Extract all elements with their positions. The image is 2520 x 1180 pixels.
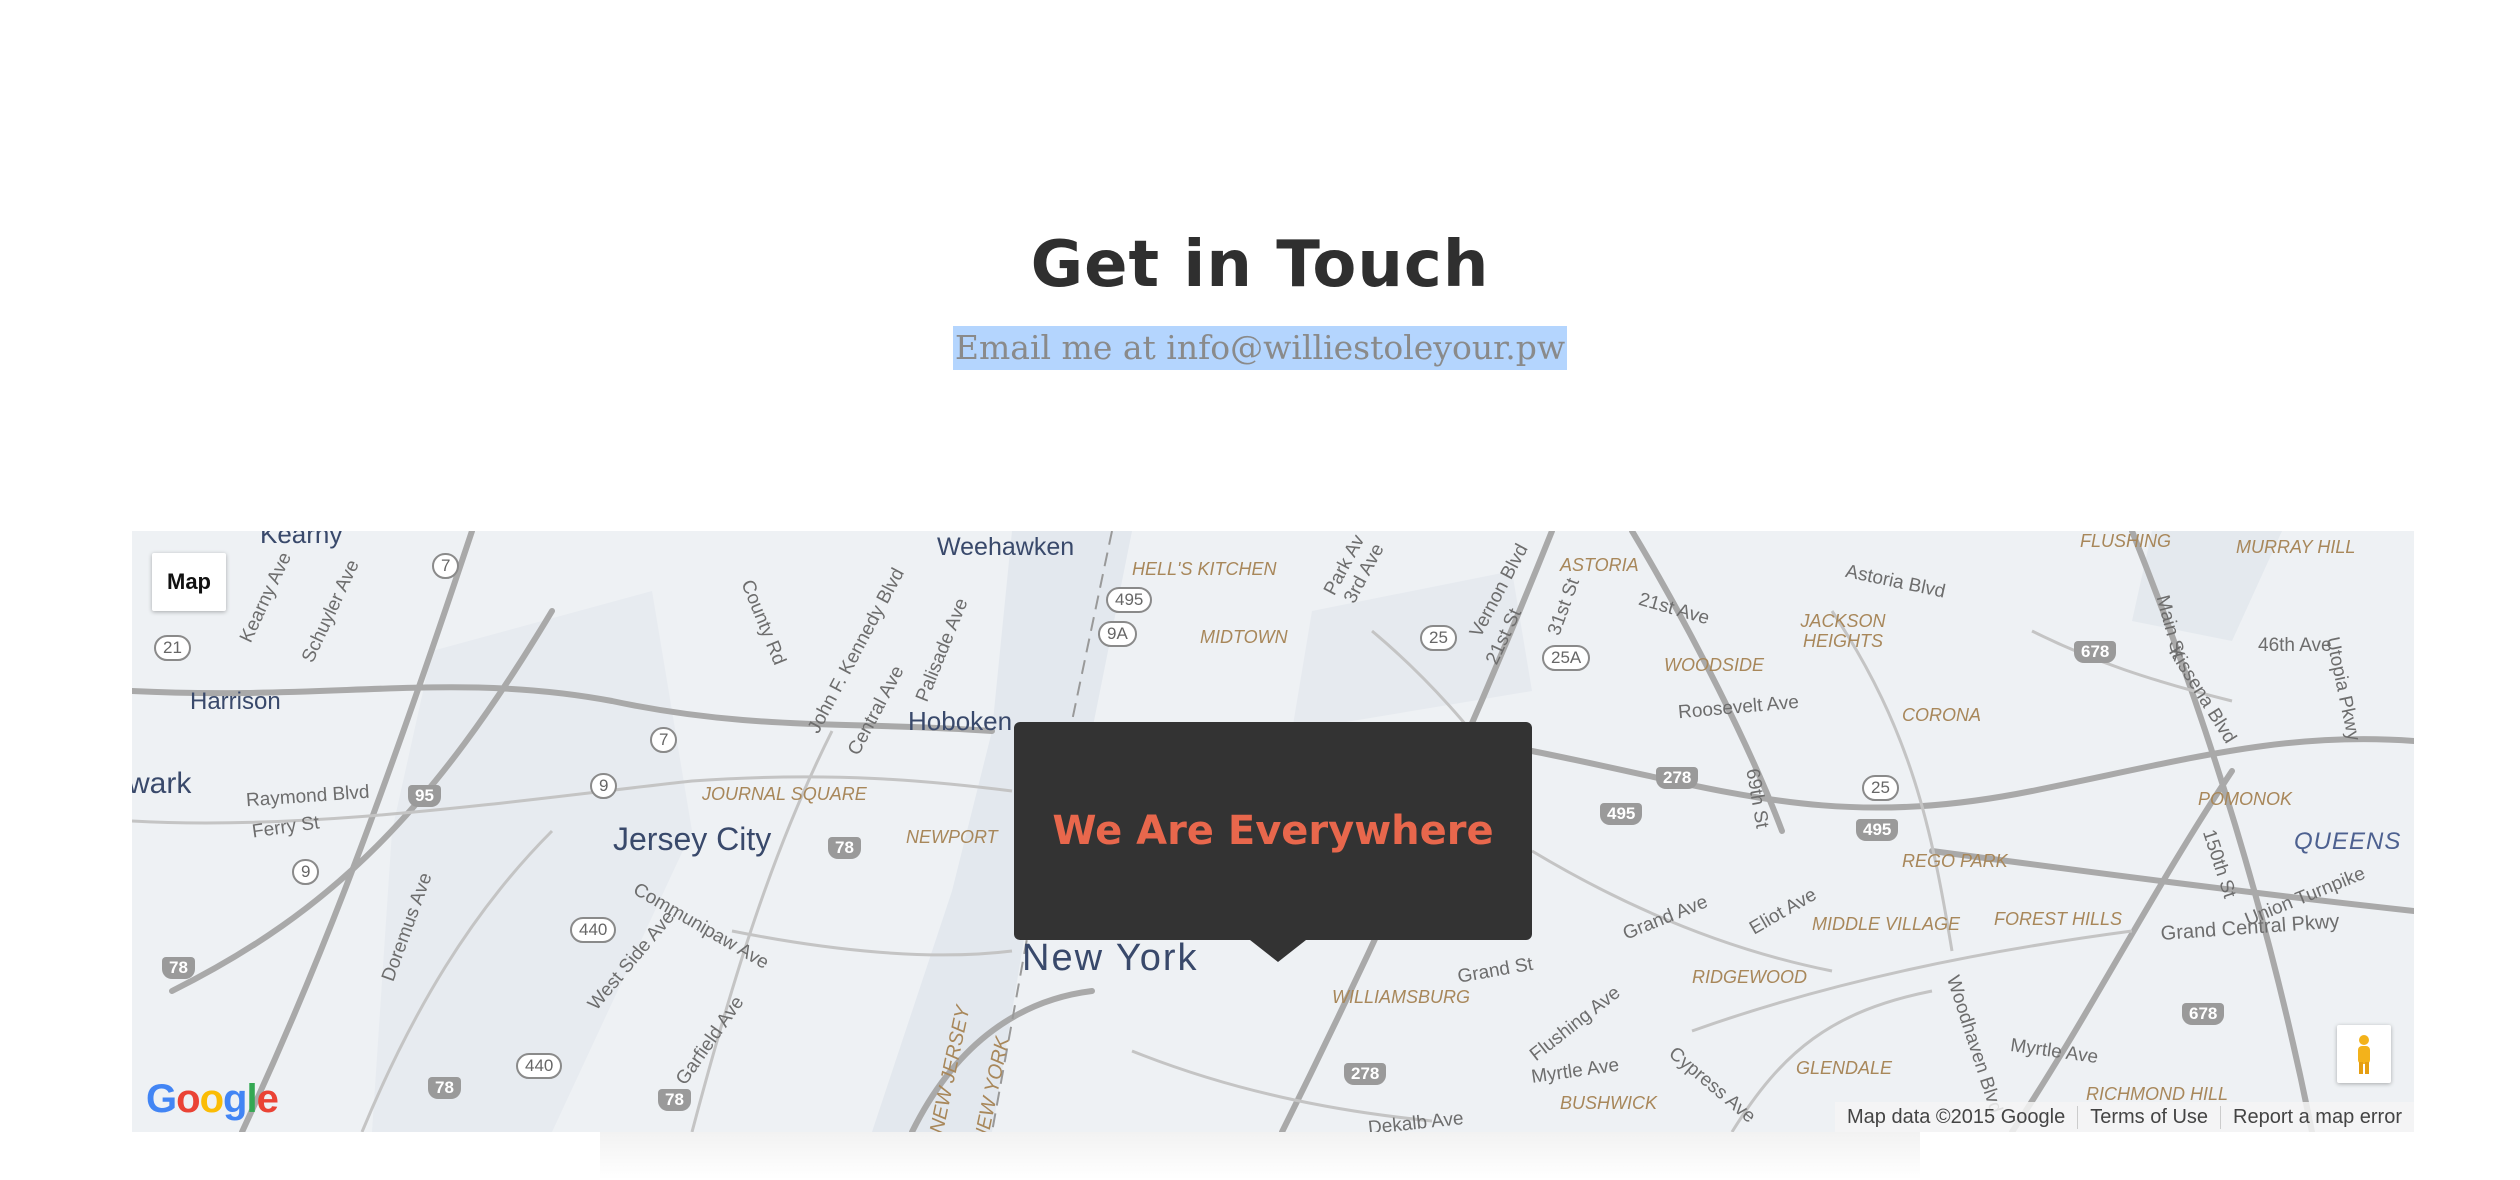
interstate-shield: 78 (658, 1089, 691, 1111)
email-line: Email me at info@williestoleyour.pw (0, 326, 2520, 370)
map-label-weehawken: Weehawken (937, 533, 1075, 561)
map-label-forest-hills: FOREST HILLS (1994, 909, 2123, 929)
report-map-error-link[interactable]: Report a map error (2220, 1105, 2414, 1129)
popup-text: We Are Everywhere (1052, 808, 1494, 854)
street-view-pegman-button[interactable] (2337, 1025, 2391, 1083)
interstate-shield: 495 (1600, 803, 1643, 825)
pegman-icon (2358, 1035, 2370, 1074)
map-label-rego-park: REGO PARK (1902, 851, 2008, 871)
map-label-bushwick: BUSHWICK (1560, 1093, 1658, 1113)
google-logo[interactable]: Google (146, 1077, 279, 1122)
map-label-corona: CORONA (1902, 705, 1982, 725)
map-label-middle-village: MIDDLE VILLAGE (1812, 914, 1961, 934)
map-data-credit: Map data ©2015 Google (1846, 1105, 2066, 1128)
map-label-midtown: MIDTOWN (1200, 627, 1288, 647)
map-label-ridgewood: RIDGEWOOD (1692, 967, 1807, 987)
map-label-pomonok: POMONOK (2198, 789, 2293, 809)
map-label-46th-ave: 46th Ave (2258, 635, 2332, 656)
map[interactable]: Kearny Weehawken HELL'S KITCHEN MIDTOWN … (132, 531, 2414, 1132)
map-label-williamsburg: WILLIAMSBURG (1332, 987, 1471, 1007)
map-label-newport: NEWPORT (906, 827, 998, 847)
route-shield: 21 (154, 635, 191, 661)
map-label-hoboken: Hoboken (908, 706, 1013, 736)
email-text[interactable]: Email me at info@williestoleyour.pw (952, 326, 1568, 370)
route-shield: 25A (1542, 645, 1591, 671)
route-shield: 25 (1862, 775, 1899, 801)
map-label-new-york: New York (1022, 937, 1199, 979)
interstate-shield: 278 (1656, 767, 1699, 789)
map-label-jackson-heights: JACKSON HEIGHTS (1800, 611, 1886, 651)
section-shadow (600, 1132, 1920, 1180)
interstate-shield: 278 (1344, 1063, 1387, 1085)
map-label-flushing: FLUSHING (2080, 531, 2172, 551)
map-label-harrison: Harrison (190, 688, 281, 715)
map-attribution-bar: Map data ©2015 Google Terms of Use Repor… (1834, 1102, 2414, 1132)
map-label-glendale: GLENDALE (1796, 1058, 1893, 1078)
route-shield: 495 (1106, 587, 1153, 613)
popup-tail (1250, 940, 1306, 962)
page-title: Get in Touch (1030, 228, 1490, 302)
route-shield: 25 (1420, 625, 1457, 651)
map-label-jersey-city: Jersey City (613, 821, 772, 857)
map-label-queens: QUEENS (2294, 828, 2402, 855)
map-label-journal-square: JOURNAL SQUARE (702, 784, 867, 804)
route-shield: 440 (570, 917, 617, 943)
interstate-shield: 95 (408, 785, 441, 807)
interstate-shield: 495 (1856, 819, 1899, 841)
map-label-woodside: WOODSIDE (1664, 655, 1765, 675)
interstate-shield: 678 (2182, 1003, 2225, 1025)
map-label-hells-kitchen: HELL'S KITCHEN (1132, 559, 1277, 579)
interstate-shield: 78 (428, 1077, 461, 1099)
map-label-newark: wark (132, 767, 192, 800)
interstate-shield: 78 (162, 957, 195, 979)
route-shield: 9A (1098, 621, 1137, 647)
map-type-button[interactable]: Map (152, 553, 226, 611)
map-info-popup: We Are Everywhere (1014, 722, 1532, 940)
interstate-shield: 78 (828, 837, 861, 859)
map-label-astoria: ASTORIA (1560, 555, 1639, 575)
interstate-shield: 678 (2074, 641, 2117, 663)
map-label-kearny: Kearny (260, 531, 343, 549)
route-shield: 440 (516, 1053, 563, 1079)
map-label-murray-hill: MURRAY HILL (2236, 537, 2356, 557)
terms-of-use-link[interactable]: Terms of Use (2077, 1105, 2220, 1129)
